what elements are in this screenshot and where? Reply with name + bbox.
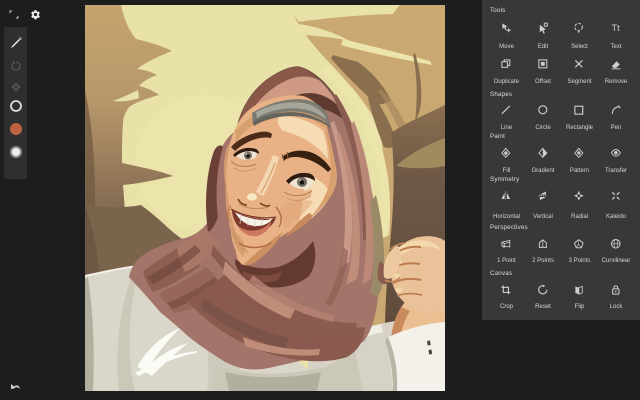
- svg-text:Tt: Tt: [611, 23, 620, 33]
